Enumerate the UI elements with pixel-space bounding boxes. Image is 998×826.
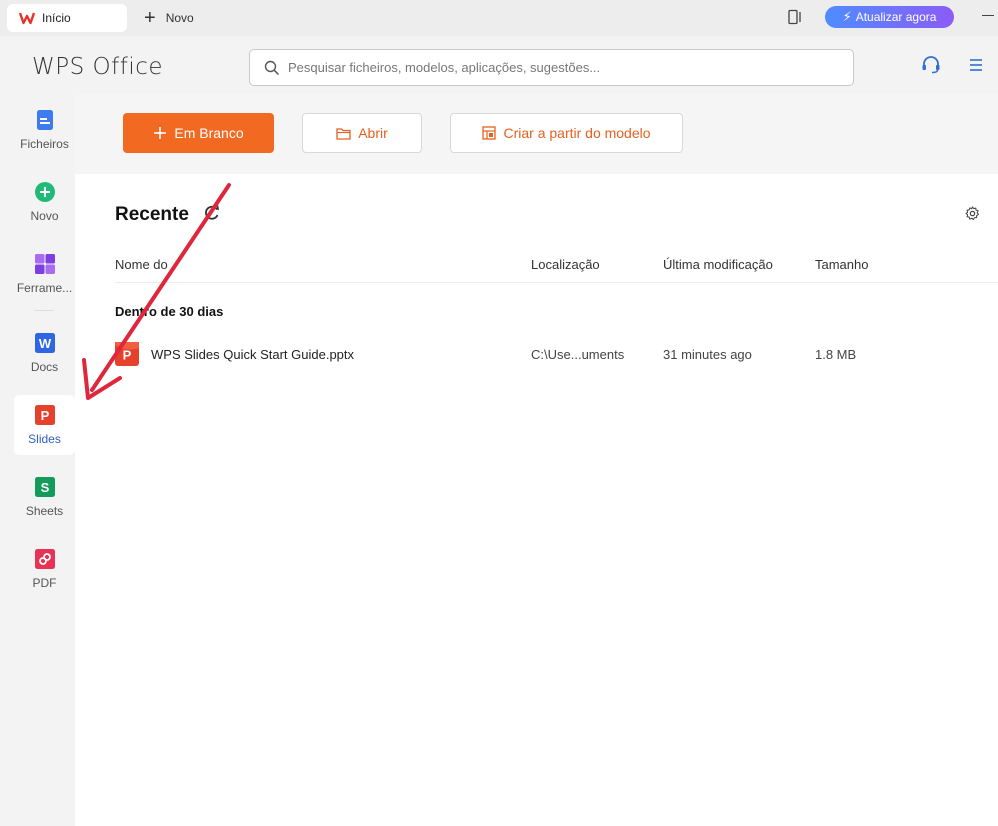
tab-home-label: Início <box>42 11 71 25</box>
svg-text:P: P <box>123 348 132 363</box>
sidebar: Ficheiros Novo Ferrame... W Docs P Slide… <box>0 94 75 826</box>
new-tab-button[interactable]: + Novo <box>144 4 194 32</box>
file-location: C:\Use...uments <box>531 347 625 362</box>
file-size: 1.8 MB <box>815 347 857 362</box>
sidebar-item-files[interactable]: Ficheiros <box>14 100 75 160</box>
header: WPS Office <box>0 36 998 94</box>
sidebar-item-sheets[interactable]: S Sheets <box>14 467 75 527</box>
recent-title: Recente <box>115 204 189 225</box>
search-box[interactable] <box>249 49 854 86</box>
sidebar-item-docs[interactable]: W Docs <box>14 323 75 383</box>
search-icon <box>264 60 280 75</box>
sidebar-item-label: Sheets <box>25 504 64 518</box>
main-panel: Em Branco Abrir Criar a partir do modelo… <box>75 94 998 826</box>
files-icon <box>36 110 53 130</box>
sidebar-item-tools[interactable]: Ferrame... <box>14 244 75 304</box>
plus-icon <box>153 126 167 140</box>
svg-text:P: P <box>40 408 49 423</box>
sidebar-item-label: Ficheiros <box>20 137 69 151</box>
new-plus-icon <box>34 182 55 202</box>
slides-p-icon: P <box>34 405 55 425</box>
sheets-s-icon: S <box>34 477 55 497</box>
file-row[interactable]: P WPS Slides Quick Start Guide.pptx C:\U… <box>115 342 998 368</box>
column-header-name[interactable]: Nome do <box>115 257 168 272</box>
open-button-label: Abrir <box>358 125 388 141</box>
file-name: WPS Slides Quick Start Guide.pptx <box>151 347 355 362</box>
column-header-modified[interactable]: Última modificação <box>663 257 773 272</box>
sidebar-item-label: Slides <box>28 432 61 446</box>
svg-text:W: W <box>38 336 51 351</box>
gear-icon[interactable] <box>965 206 980 221</box>
template-icon <box>482 126 497 140</box>
menu-icon[interactable] <box>969 58 983 72</box>
headset-icon[interactable] <box>921 56 941 74</box>
new-tab-label: Novo <box>165 11 194 25</box>
docs-w-icon: W <box>34 333 55 353</box>
sidebar-item-label: Docs <box>30 360 59 374</box>
open-button[interactable]: Abrir <box>302 113 422 153</box>
lightning-icon: ⚡ <box>842 9 852 24</box>
refresh-icon[interactable] <box>204 205 220 221</box>
upgrade-button[interactable]: ⚡ Atualizar agora <box>825 6 954 28</box>
sidebar-item-new[interactable]: Novo <box>14 172 75 232</box>
sidebar-item-slides[interactable]: P Slides <box>14 395 75 455</box>
sidebar-item-label: Ferrame... <box>16 281 73 295</box>
folder-icon <box>336 127 351 140</box>
column-header-size[interactable]: Tamanho <box>815 257 868 272</box>
action-bar: Em Branco Abrir Criar a partir do modelo <box>75 94 998 174</box>
wps-logo-icon <box>19 12 35 25</box>
device-icon[interactable] <box>787 9 803 25</box>
blank-button[interactable]: Em Branco <box>123 113 274 153</box>
header-divider <box>115 282 998 283</box>
plus-icon: + <box>144 7 156 29</box>
pptx-file-icon: P <box>115 342 139 366</box>
tools-icon <box>34 254 55 274</box>
group-label: Dentro de 30 dias <box>115 304 224 319</box>
sidebar-divider <box>34 310 54 311</box>
upgrade-label: Atualizar agora <box>855 10 937 24</box>
sidebar-item-label: Novo <box>30 209 59 223</box>
sidebar-item-pdf[interactable]: PDF <box>14 539 75 599</box>
column-header-location[interactable]: Localização <box>531 257 600 272</box>
tab-bar: Início + Novo ⚡ Atualizar agora <box>0 0 998 36</box>
svg-text:S: S <box>40 480 49 495</box>
blank-button-label: Em Branco <box>174 125 244 141</box>
tab-home[interactable]: Início <box>7 4 127 32</box>
template-button[interactable]: Criar a partir do modelo <box>450 113 683 153</box>
file-modified: 31 minutes ago <box>663 347 752 362</box>
sidebar-item-label: PDF <box>32 576 57 590</box>
pdf-icon <box>34 549 55 569</box>
minimize-button[interactable] <box>982 15 994 16</box>
search-input[interactable] <box>288 60 848 75</box>
template-button-label: Criar a partir do modelo <box>503 125 651 141</box>
brand-logo: WPS Office <box>32 54 164 80</box>
